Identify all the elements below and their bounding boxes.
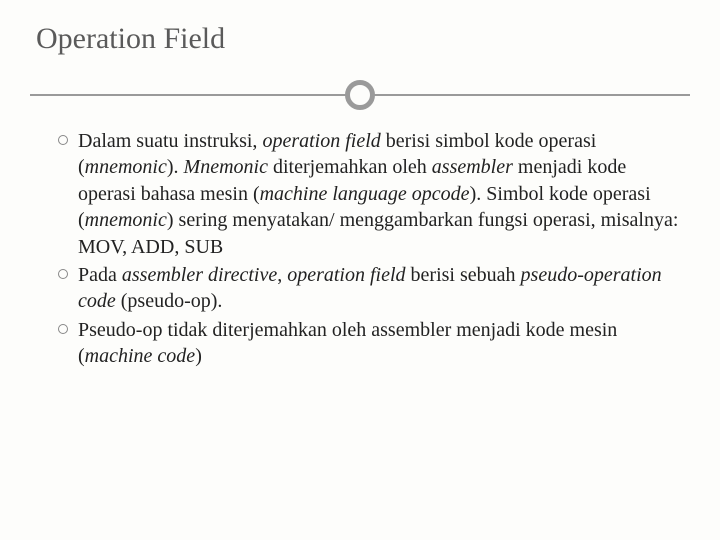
bullet-circle-icon — [58, 324, 68, 334]
bullet-text: Pada assembler directive, operation fiel… — [78, 262, 684, 315]
slide: Operation Field Dalam suatu instruksi, o… — [0, 0, 720, 540]
slide-title: Operation Field — [36, 22, 690, 56]
divider-circle-icon — [345, 80, 375, 110]
content-area: Dalam suatu instruksi, operation field b… — [30, 128, 690, 370]
divider — [30, 80, 690, 110]
list-item: Dalam suatu instruksi, operation field b… — [40, 128, 684, 260]
list-item: Pseudo-op tidak diterjemahkan oleh assem… — [40, 317, 684, 370]
bullet-text: Dalam suatu instruksi, operation field b… — [78, 128, 684, 260]
bullet-circle-icon — [58, 135, 68, 145]
bullet-text: Pseudo-op tidak diterjemahkan oleh assem… — [78, 317, 684, 370]
list-item: Pada assembler directive, operation fiel… — [40, 262, 684, 315]
bullet-circle-icon — [58, 269, 68, 279]
